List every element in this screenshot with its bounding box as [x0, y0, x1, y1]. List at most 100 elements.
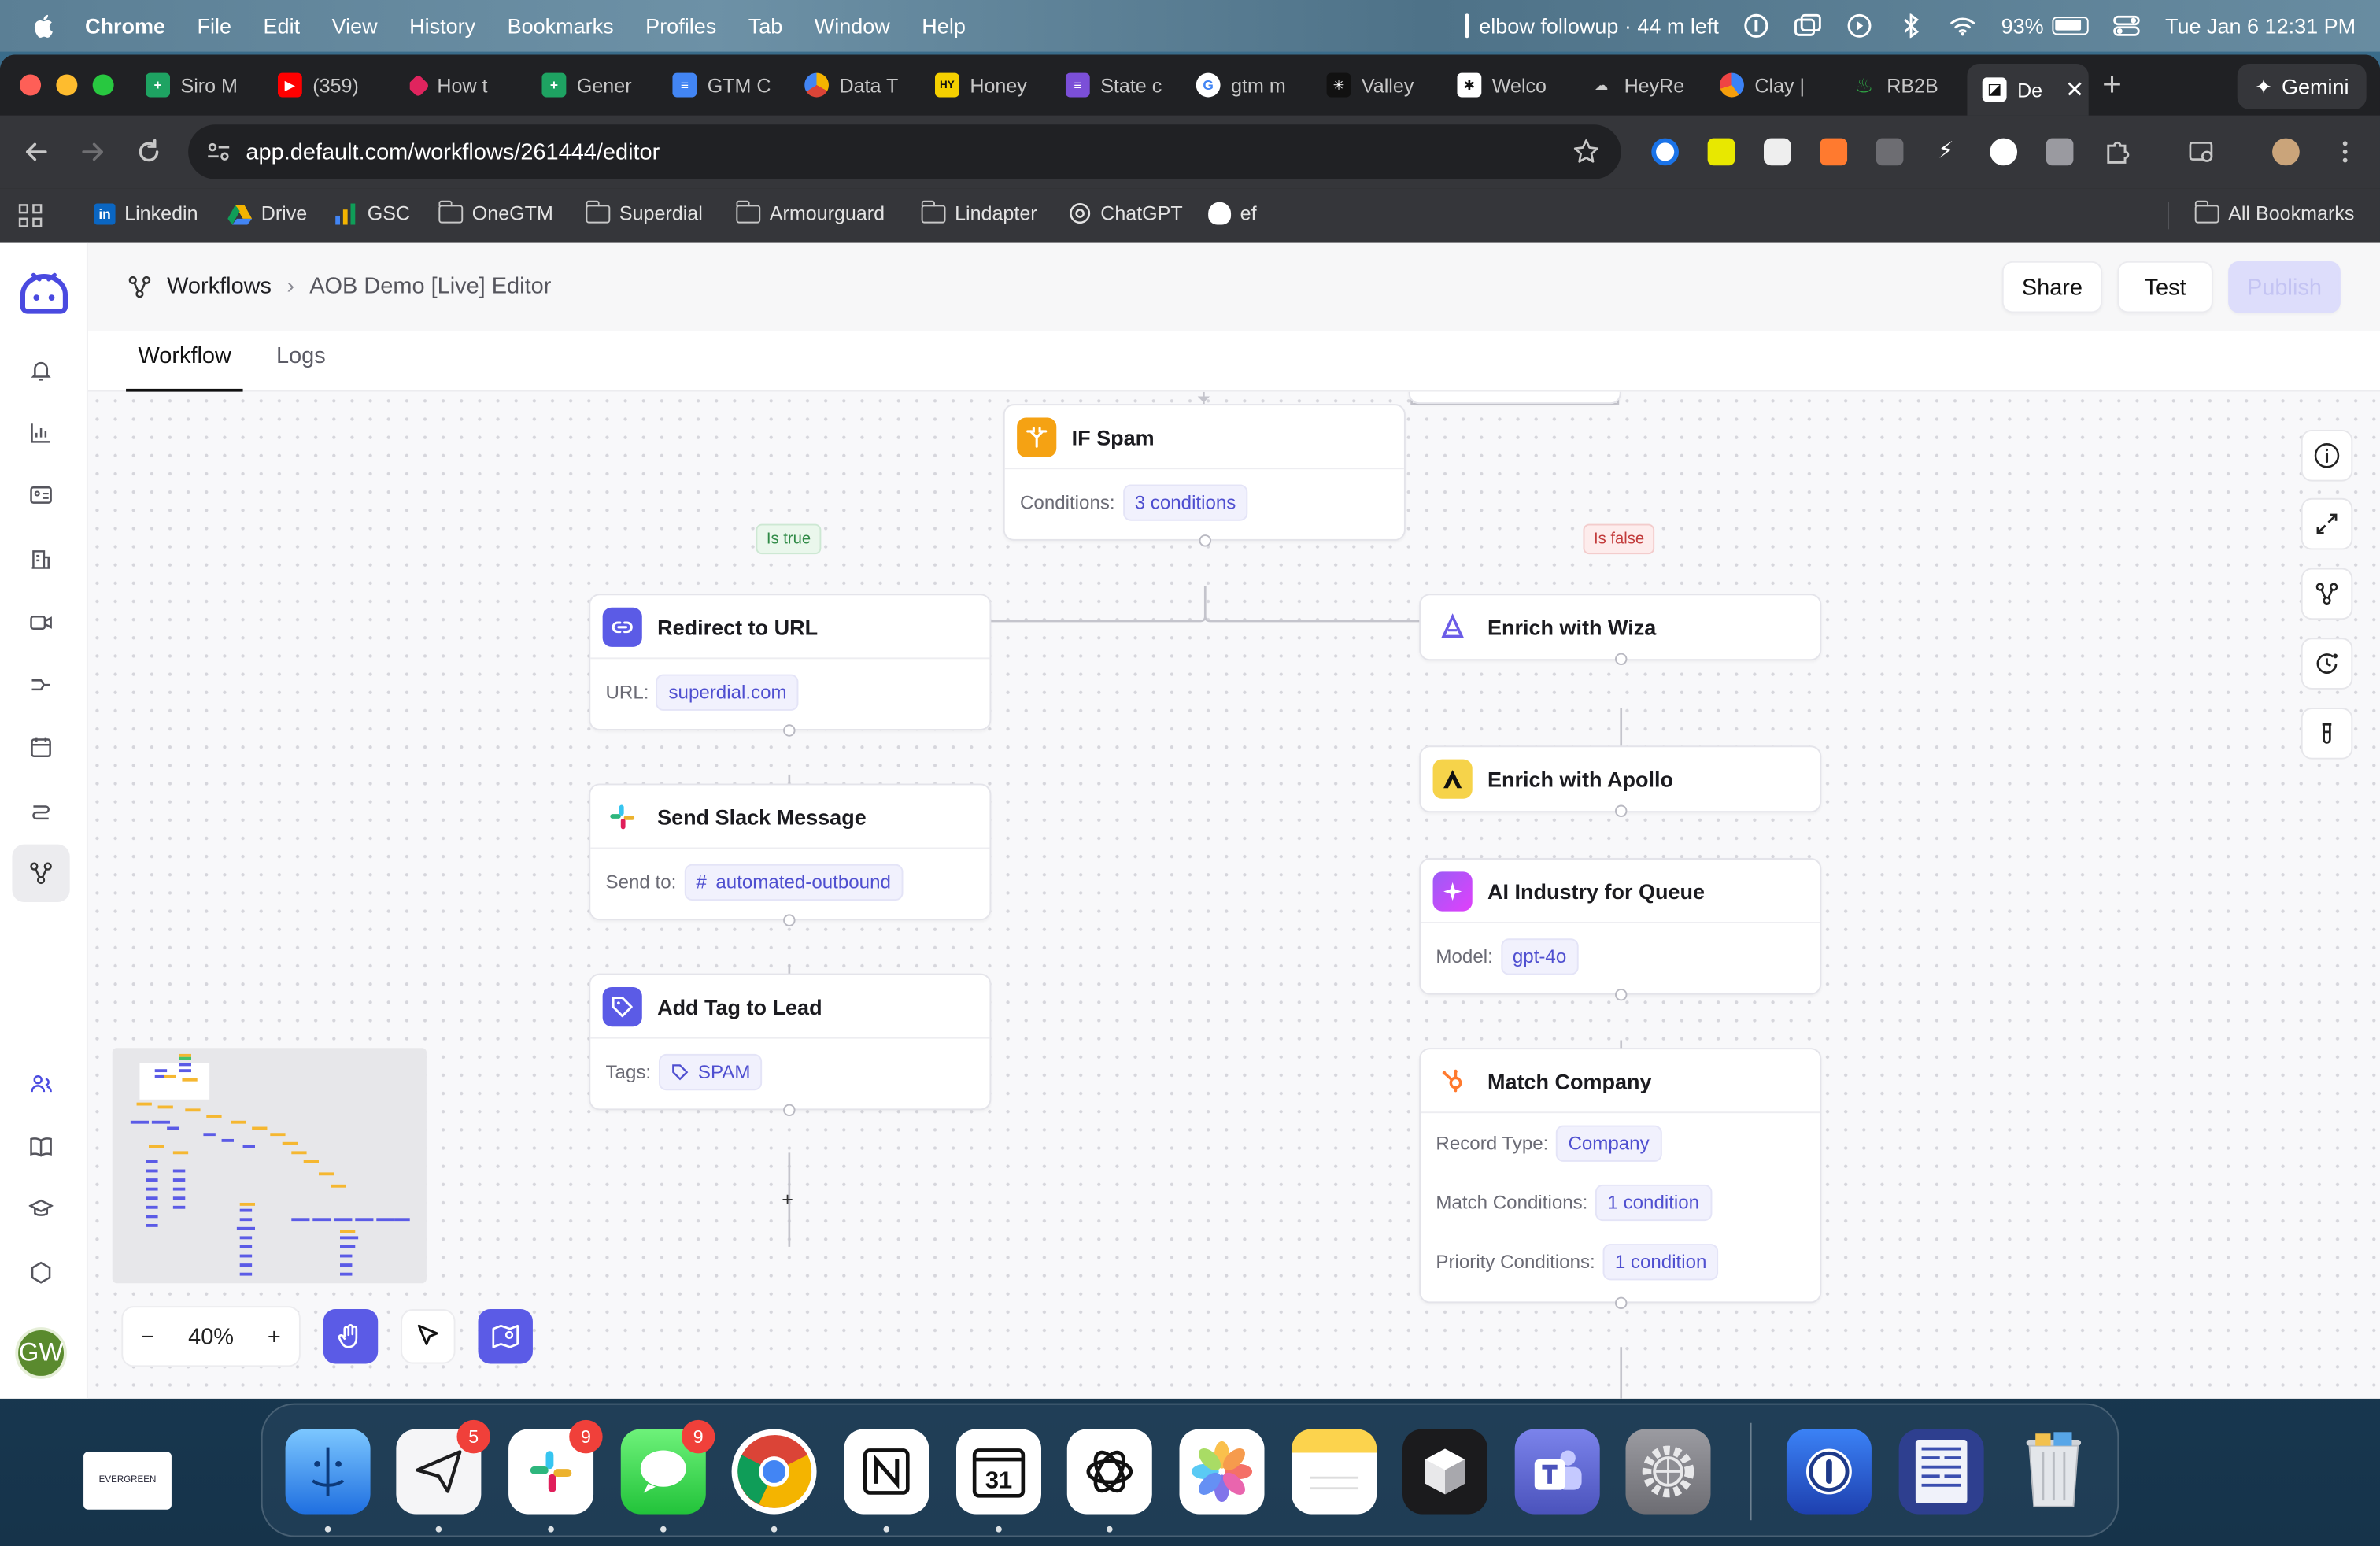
trash-icon[interactable]	[2011, 1429, 2096, 1514]
menu-app-name[interactable]: Chrome	[85, 13, 165, 38]
bookmark-drive[interactable]: Drive	[227, 202, 307, 225]
document-preview-icon[interactable]	[1898, 1429, 1984, 1515]
spark-mail-icon[interactable]: 5	[396, 1419, 490, 1533]
bookmark-ef[interactable]: ef	[1208, 202, 1257, 225]
tab-state[interactable]: ≡ State c	[1065, 64, 1175, 106]
tab-logs[interactable]: Logs	[276, 343, 326, 392]
connection-handle[interactable]	[783, 724, 796, 737]
bookmark-folder-lindapter[interactable]: Lindapter	[920, 199, 1037, 225]
apple-icon[interactable]	[31, 12, 58, 39]
onepassword-icon[interactable]	[1743, 12, 1771, 39]
gemini-button[interactable]: ✦ Gemini	[2237, 64, 2367, 109]
slack-app-icon[interactable]: 9	[508, 1419, 603, 1533]
workflow-canvas[interactable]: IF Spam Conditions: 3 conditions Is true …	[87, 391, 2380, 1399]
battery-status[interactable]: 93%	[2001, 13, 2090, 38]
photos-icon[interactable]	[1179, 1429, 1265, 1515]
analytics-icon[interactable]	[26, 418, 57, 449]
search-tabs-icon[interactable]	[2189, 139, 2216, 166]
menu-history[interactable]: History	[409, 13, 475, 38]
hubspot-extension-icon[interactable]	[1820, 138, 1848, 166]
tab-siro[interactable]: + Siro M	[146, 64, 255, 106]
menu-edit[interactable]: Edit	[264, 13, 301, 38]
node-match-company[interactable]: Match Company Record Type: Company Match …	[1419, 1048, 1822, 1304]
notifications-bell-icon[interactable]	[26, 355, 57, 386]
sequences-icon[interactable]	[26, 796, 57, 827]
zoom-window-button[interactable]	[92, 74, 114, 96]
messages-icon[interactable]: 9	[620, 1419, 715, 1533]
k-extension-icon[interactable]	[2046, 138, 2074, 166]
white-extension-icon[interactable]	[1763, 138, 1791, 166]
tab-gtm[interactable]: ≡ GTM C	[672, 64, 782, 106]
notion-icon[interactable]	[844, 1429, 929, 1533]
reminder-status[interactable]: elbow followup · 44 m left	[1465, 13, 1719, 39]
bookmark-star-icon[interactable]	[1572, 139, 1600, 166]
menu-view[interactable]: View	[332, 13, 378, 38]
connection-handle[interactable]	[783, 1104, 796, 1117]
connection-handle[interactable]	[1614, 653, 1628, 666]
control-center-icon[interactable]	[2113, 12, 2141, 39]
site-settings-icon[interactable]	[206, 139, 231, 164]
tab-data[interactable]: Data T	[804, 64, 914, 106]
expand-button[interactable]	[2301, 497, 2353, 550]
notion-calendar-icon[interactable]: 31	[955, 1429, 1041, 1533]
zoom-out-button[interactable]: −	[141, 1323, 154, 1349]
finder-icon[interactable]	[285, 1429, 371, 1533]
minimap[interactable]	[112, 1048, 427, 1284]
academy-cap-icon[interactable]	[26, 1193, 57, 1224]
bookmark-linkedin[interactable]: in Linkedin	[94, 202, 198, 225]
breadcrumb-workflows-link[interactable]: Workflows	[167, 273, 272, 299]
workflows-nav-icon[interactable]	[12, 844, 70, 902]
bookmark-folder-armourguard[interactable]: Armourguard	[735, 199, 885, 225]
screens-icon[interactable]	[1794, 12, 1822, 39]
pan-tool-button[interactable]	[323, 1309, 379, 1364]
connection-handle[interactable]	[1199, 534, 1211, 547]
gray-extension-icon[interactable]	[1876, 138, 1904, 166]
menu-bookmarks[interactable]: Bookmarks	[508, 13, 614, 38]
node-send-slack-message[interactable]: Send Slack Message Send to: # automated-ou…	[589, 783, 992, 921]
history-button[interactable]	[2301, 638, 2353, 690]
url-chip[interactable]: superdial.com	[656, 674, 800, 711]
calendar-icon[interactable]	[26, 732, 57, 763]
menu-profiles[interactable]: Profiles	[645, 13, 716, 38]
extensions-puzzle-icon[interactable]	[2104, 139, 2131, 166]
clock[interactable]: Tue Jan 6 12:31 PM	[2165, 13, 2356, 38]
routing-icon[interactable]	[26, 670, 57, 701]
node-enrich-with-wiza[interactable]: Enrich with Wiza	[1419, 594, 1822, 661]
record-type-chip[interactable]: Company	[1556, 1125, 1662, 1162]
close-tab-icon[interactable]: ✕	[2065, 76, 2084, 103]
tab-welcome[interactable]: ✱ Welco	[1457, 64, 1566, 106]
wifi-icon[interactable]	[1949, 12, 1977, 39]
new-tab-button[interactable]: +	[2102, 65, 2122, 105]
bookmark-chatgpt[interactable]: ChatGPT	[1069, 202, 1183, 225]
info-button[interactable]	[2301, 429, 2353, 482]
back-icon[interactable]	[21, 137, 52, 168]
team-icon[interactable]	[26, 1069, 57, 1100]
user-avatar[interactable]: GW	[15, 1327, 67, 1379]
menu-window[interactable]: Window	[815, 13, 890, 38]
bookmark-folder-onegtm[interactable]: OneGTM	[438, 199, 553, 225]
auto-layout-button[interactable]	[2301, 568, 2353, 620]
settings-hexagon-icon[interactable]	[26, 1257, 57, 1288]
tab-honey[interactable]: HY Honey	[934, 64, 1044, 106]
test-button[interactable]: Test	[2117, 261, 2213, 313]
bookmark-folder-superdial[interactable]: Superdial	[585, 199, 703, 225]
desktop-file-thumbnail[interactable]: EVERGREEN	[83, 1452, 172, 1510]
menu-tab[interactable]: Tab	[748, 13, 783, 38]
channel-chip[interactable]: # automated-outbound	[683, 864, 904, 901]
all-bookmarks[interactable]: All Bookmarks	[2193, 199, 2354, 225]
node-add-tag-to-lead[interactable]: Add Tag to Lead Tags: SPAM	[589, 973, 992, 1111]
minimap-toggle-button[interactable]	[478, 1309, 533, 1364]
tab-clay[interactable]: Clay |	[1720, 64, 1829, 106]
apps-grid-icon[interactable]	[18, 204, 42, 228]
node-redirect-to-url[interactable]: Redirect to URL URL: superdial.com	[589, 594, 992, 730]
offscreen-node[interactable]	[1408, 391, 1621, 405]
tab-default-active[interactable]: ◪ De ✕	[1967, 64, 2089, 116]
select-tool-button[interactable]	[401, 1309, 456, 1364]
default-logo-icon[interactable]	[18, 268, 70, 317]
node-enrich-with-apollo[interactable]: Enrich with Apollo	[1419, 745, 1822, 813]
minimize-window-button[interactable]	[56, 74, 78, 96]
zoom-in-button[interactable]: +	[268, 1323, 281, 1349]
close-window-button[interactable]	[20, 74, 42, 96]
tab-youtube[interactable]: ▶ (359)	[277, 64, 387, 106]
contacts-card-icon[interactable]	[26, 480, 57, 511]
